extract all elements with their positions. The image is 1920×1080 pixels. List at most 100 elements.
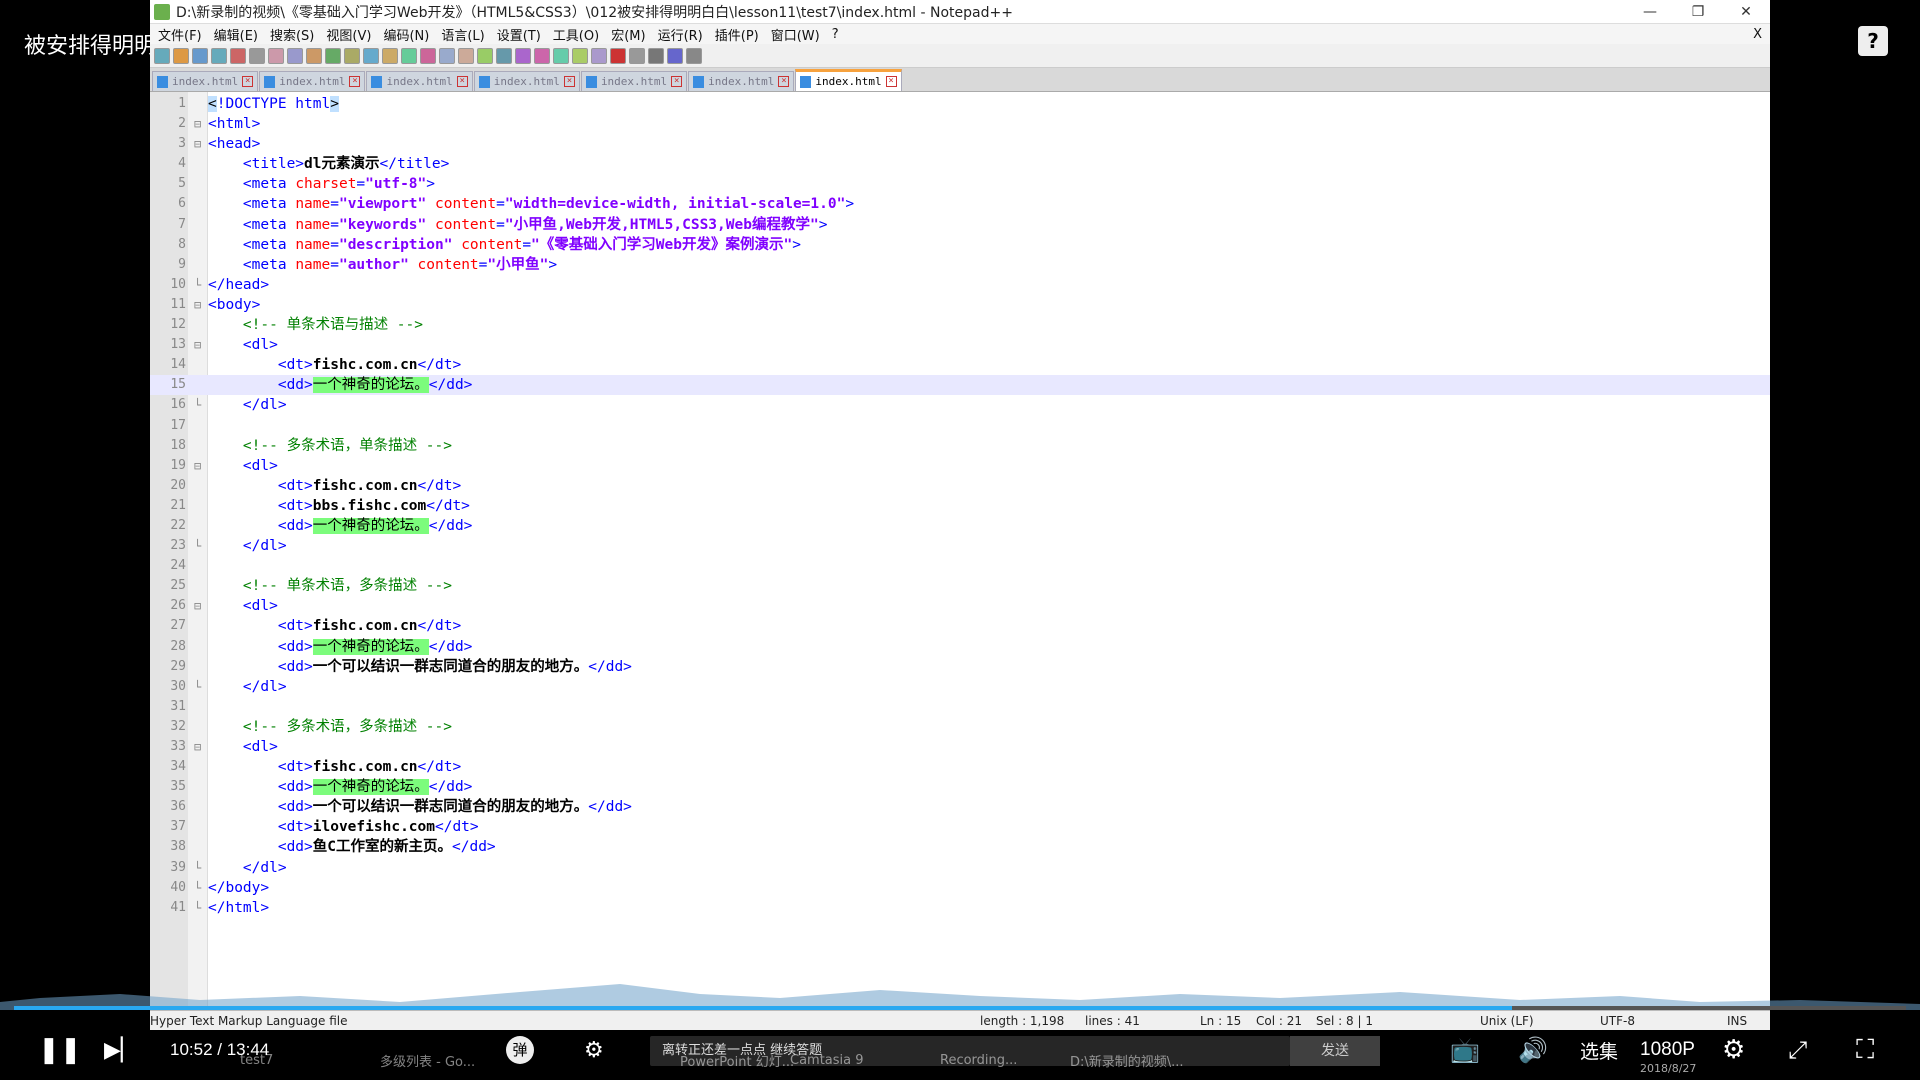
tab-index-html[interactable]: index.html × bbox=[688, 71, 795, 91]
code-editor[interactable]: 1 <!DOCTYPE html> 2 ⊟ <html> 3 ⊟ <head> 4 <title… bbox=[150, 92, 1770, 1010]
code-line[interactable]: 29 <dd>一个可以结识一群志同道合的朋友的地方。</dd> bbox=[150, 657, 1770, 677]
menu-item[interactable]: 设置(T) bbox=[491, 25, 547, 44]
tab-close-icon[interactable]: × bbox=[885, 76, 897, 87]
menu-item[interactable]: 搜索(S) bbox=[264, 25, 320, 44]
toolbar-icon[interactable] bbox=[154, 47, 170, 64]
menu-item[interactable]: 编码(N) bbox=[377, 25, 435, 44]
menu-item[interactable]: 文件(F) bbox=[152, 25, 208, 44]
fold-marker[interactable]: ⊟ bbox=[194, 295, 201, 315]
danmaku-toggle[interactable]: 弹 bbox=[506, 1036, 534, 1064]
fold-marker[interactable]: └ bbox=[194, 395, 201, 415]
fold-marker[interactable]: └ bbox=[194, 677, 201, 697]
toolbar-icon[interactable] bbox=[363, 47, 379, 64]
toolbar-icon[interactable] bbox=[629, 47, 645, 64]
code-line[interactable]: 7 <meta name="keywords" content="小甲鱼,Web… bbox=[150, 215, 1770, 235]
code-line[interactable]: 24 bbox=[150, 556, 1770, 576]
progress-bar[interactable] bbox=[14, 1006, 1906, 1010]
toolbar-icon[interactable] bbox=[173, 47, 189, 64]
code-line[interactable]: 18 <!-- 多条术语，单条描述 --> bbox=[150, 436, 1770, 456]
toolbar-icon[interactable] bbox=[553, 47, 569, 64]
settings-icon[interactable]: ⚙ bbox=[1722, 1035, 1745, 1065]
danmaku-settings-icon[interactable]: ⚙ bbox=[584, 1038, 604, 1063]
code-line[interactable]: 4 <title>dl元素演示</title> bbox=[150, 154, 1770, 174]
tab-index-html[interactable]: index.html × bbox=[366, 71, 473, 91]
code-line[interactable]: 41 └ </html> bbox=[150, 898, 1770, 918]
code-line[interactable]: 10 └ </head> bbox=[150, 275, 1770, 295]
toolbar-icon[interactable] bbox=[515, 47, 531, 64]
toolbar-icon[interactable] bbox=[648, 47, 664, 64]
toolbar-icon[interactable] bbox=[477, 47, 493, 64]
next-icon[interactable]: ▶▏ bbox=[104, 1038, 138, 1063]
code-line[interactable]: 34 <dt>fishc.com.cn</dt> bbox=[150, 757, 1770, 777]
toolbar-icon[interactable] bbox=[420, 47, 436, 64]
code-line[interactable]: 13 ⊟ <dl> bbox=[150, 335, 1770, 355]
tab-index-html[interactable]: index.html × bbox=[795, 69, 902, 91]
tv-icon[interactable]: 📺 bbox=[1450, 1036, 1480, 1064]
menu-item[interactable]: 插件(P) bbox=[709, 25, 765, 44]
code-line[interactable]: 35 <dd>一个神奇的论坛。</dd> bbox=[150, 777, 1770, 797]
fullscreen-icon[interactable]: ⛶ bbox=[1856, 1035, 1874, 1066]
tab-close-icon[interactable]: × bbox=[242, 76, 254, 87]
tab-index-html[interactable]: index.html × bbox=[152, 71, 259, 91]
help-icon[interactable]: ? bbox=[1858, 26, 1888, 56]
menu-item[interactable]: 宏(M) bbox=[605, 25, 651, 44]
code-line[interactable]: 6 <meta name="viewport" content="width=d… bbox=[150, 194, 1770, 214]
episode-select-button[interactable]: 选集 bbox=[1580, 1037, 1618, 1064]
code-line[interactable]: 5 <meta charset="utf-8"> bbox=[150, 174, 1770, 194]
tab-index-html[interactable]: index.html × bbox=[259, 71, 366, 91]
restore-icon[interactable]: ❐ bbox=[1674, 4, 1722, 20]
code-line[interactable]: 32 <!-- 多条术语，多条描述 --> bbox=[150, 717, 1770, 737]
toolbar-icon[interactable] bbox=[306, 47, 322, 64]
menu-item[interactable]: ? bbox=[826, 27, 845, 42]
toolbar-icon[interactable] bbox=[401, 47, 417, 64]
toolbar-icon[interactable] bbox=[534, 47, 550, 64]
tab-close-icon[interactable]: × bbox=[778, 76, 790, 87]
fold-marker[interactable]: ⊟ bbox=[194, 737, 201, 757]
fold-marker[interactable]: └ bbox=[194, 275, 201, 295]
code-line[interactable]: 1 <!DOCTYPE html> bbox=[150, 94, 1770, 114]
fold-marker[interactable]: ⊟ bbox=[194, 134, 201, 154]
code-line[interactable]: 21 <dt>bbs.fishc.com</dt> bbox=[150, 496, 1770, 516]
fold-marker[interactable]: └ bbox=[194, 898, 201, 918]
code-line[interactable]: 25 <!-- 单条术语，多条描述 --> bbox=[150, 576, 1770, 596]
menu-close-button[interactable]: X bbox=[1745, 27, 1770, 42]
code-line[interactable]: 28 <dd>一个神奇的论坛。</dd> bbox=[150, 637, 1770, 657]
fold-marker[interactable]: ⊟ bbox=[194, 335, 201, 355]
toolbar-icon[interactable] bbox=[591, 47, 607, 64]
menu-item[interactable]: 窗口(W) bbox=[765, 25, 826, 44]
code-line[interactable]: 19 ⊟ <dl> bbox=[150, 456, 1770, 476]
tab-close-icon[interactable]: × bbox=[349, 76, 361, 87]
toolbar-icon[interactable] bbox=[610, 47, 626, 64]
toolbar-icon[interactable] bbox=[667, 47, 683, 64]
toolbar-icon[interactable] bbox=[439, 47, 455, 64]
code-line[interactable]: 23 └ </dl> bbox=[150, 536, 1770, 556]
code-line[interactable]: 8 <meta name="description" content="《零基础… bbox=[150, 235, 1770, 255]
code-line[interactable]: 36 <dd>一个可以结识一群志同道合的朋友的地方。</dd> bbox=[150, 797, 1770, 817]
tab-index-html[interactable]: index.html × bbox=[580, 71, 688, 91]
code-line[interactable]: 31 bbox=[150, 697, 1770, 717]
tab-close-icon[interactable]: × bbox=[456, 76, 468, 87]
fold-marker[interactable]: ⊟ bbox=[194, 114, 201, 134]
fold-marker[interactable]: └ bbox=[194, 858, 201, 878]
code-line[interactable]: 16 └ </dl> bbox=[150, 395, 1770, 415]
toolbar-icon[interactable] bbox=[572, 47, 588, 64]
toolbar-icon[interactable] bbox=[382, 47, 398, 64]
fold-marker[interactable]: ⊟ bbox=[194, 456, 201, 476]
code-line[interactable]: 27 <dt>fishc.com.cn</dt> bbox=[150, 616, 1770, 636]
code-line[interactable]: 15 <dd>一个神奇的论坛。</dd> bbox=[150, 375, 1770, 396]
fold-marker[interactable]: └ bbox=[194, 878, 201, 898]
volume-icon[interactable]: 🔊 bbox=[1518, 1036, 1548, 1064]
menu-item[interactable]: 语言(L) bbox=[435, 25, 490, 44]
toolbar-icon[interactable] bbox=[230, 47, 246, 64]
code-line[interactable]: 26 ⊟ <dl> bbox=[150, 596, 1770, 616]
code-line[interactable]: 14 <dt>fishc.com.cn</dt> bbox=[150, 355, 1770, 375]
toolbar-icon[interactable] bbox=[287, 47, 303, 64]
code-line[interactable]: 22 <dd>一个神奇的论坛。</dd> bbox=[150, 516, 1770, 536]
toolbar-icon[interactable] bbox=[686, 47, 702, 64]
code-line[interactable]: 11 ⊟ <body> bbox=[150, 295, 1770, 315]
toolbar-icon[interactable] bbox=[268, 47, 284, 64]
code-line[interactable]: 38 <dd>鱼C工作室的新主页。</dd> bbox=[150, 837, 1770, 857]
toolbar-icon[interactable] bbox=[496, 47, 512, 64]
code-line[interactable]: 39 └ </dl> bbox=[150, 858, 1770, 878]
fold-marker[interactable]: ⊟ bbox=[194, 596, 201, 616]
